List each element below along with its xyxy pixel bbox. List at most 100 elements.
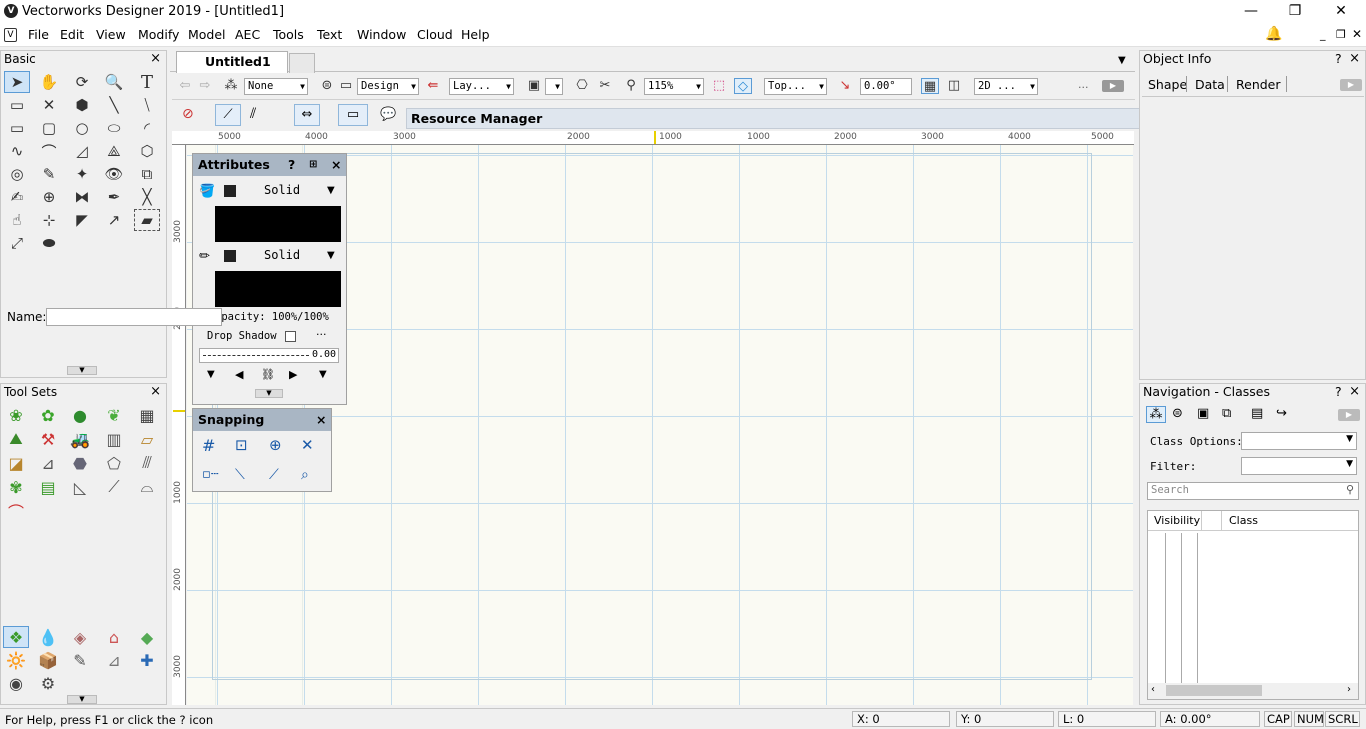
line-mode-icon[interactable]: ⟋ xyxy=(215,104,241,126)
fitting-category-icon[interactable]: ✚ xyxy=(134,649,160,671)
dims-category-icon[interactable]: ✎ xyxy=(67,649,93,671)
circle-tool-icon[interactable]: ○ xyxy=(69,117,95,139)
pen-style-dropdown-icon[interactable]: ▼ xyxy=(327,250,335,261)
search-input[interactable]: Search ⚲ xyxy=(1147,482,1359,500)
split-tool-icon[interactable]: ✒ xyxy=(101,186,127,208)
menu-cloud[interactable]: Cloud xyxy=(417,27,453,42)
fill-color-swatch[interactable] xyxy=(224,185,236,197)
attribute-mapping-tool-icon[interactable]: ✍ xyxy=(4,186,30,208)
menu-tools[interactable]: Tools xyxy=(273,27,304,42)
nav-viewports-icon[interactable]: ⧉ xyxy=(1222,406,1231,421)
standard-view-dropdown[interactable]: Top... ▼ xyxy=(764,78,827,95)
navigation-close-button[interactable]: × xyxy=(1349,384,1360,400)
align-mode-icon[interactable]: ⇔ xyxy=(294,104,320,126)
preferences-mode-icon[interactable]: 💬 xyxy=(380,107,396,122)
survey-toolset-icon[interactable]: ⚒ xyxy=(35,428,61,450)
massing-toolset-icon[interactable]: ⬠ xyxy=(101,452,127,474)
clip-cube-icon[interactable]: ⬚ xyxy=(710,78,728,94)
regular-polygon-tool-icon[interactable]: ⬡ xyxy=(134,140,160,162)
layer-type-dropdown[interactable]: Design ▼ xyxy=(357,78,419,95)
menu-help[interactable]: Help xyxy=(461,27,490,42)
navigation-overflow-icon[interactable]: ▶ xyxy=(1338,409,1360,421)
name-field[interactable] xyxy=(46,308,222,326)
menu-text[interactable]: Text xyxy=(317,27,342,42)
visibility-column-header[interactable]: Visibility xyxy=(1154,514,1200,527)
fence-toolset-icon[interactable]: ▥ xyxy=(101,428,127,450)
menu-aec[interactable]: AEC xyxy=(235,27,260,42)
landscape-toolset-icon[interactable]: ● xyxy=(67,404,93,426)
selection-tool-icon[interactable]: ➤ xyxy=(4,71,30,93)
nav-references-icon[interactable]: ↪ xyxy=(1276,406,1287,421)
menu-file[interactable]: File xyxy=(28,27,49,42)
object-info-help-button[interactable]: ? xyxy=(1335,51,1342,67)
gear-icon[interactable]: ⚙ xyxy=(35,672,61,694)
double-line-tool-icon[interactable]: ⧹ xyxy=(134,94,160,116)
snap-smart-point-icon[interactable]: ⟍ xyxy=(235,467,245,483)
curve-toolset-icon[interactable]: ⌒ xyxy=(3,500,29,522)
doc-close-button[interactable]: ✕ xyxy=(1352,27,1362,41)
fill-style-dropdown-icon[interactable]: ▼ xyxy=(327,185,335,196)
end-marker-icon[interactable]: ▶ xyxy=(289,368,297,381)
class-dropdown[interactable]: None ▼ xyxy=(244,78,308,95)
basic-palette-close-button[interactable]: × xyxy=(150,51,161,67)
tab-list-dropdown-icon[interactable]: ▼ xyxy=(1118,55,1126,66)
fill-style-label[interactable]: Solid xyxy=(264,183,300,197)
ramp-toolset-icon[interactable]: ◺ xyxy=(67,476,93,498)
menu-window[interactable]: Window xyxy=(357,27,406,42)
snap-object-icon[interactable]: ⊡ xyxy=(235,436,248,454)
tab-shape[interactable]: Shape xyxy=(1148,77,1187,92)
freehand-tool-icon[interactable]: ∿ xyxy=(4,140,30,162)
nav-sheet-layers-icon[interactable]: ▣ xyxy=(1197,406,1209,421)
scrollbar-thumb[interactable] xyxy=(1166,685,1262,696)
zoom-tool-icon[interactable]: 🔍 xyxy=(101,71,127,93)
end-marker-dropdown-icon[interactable]: ▼ xyxy=(319,369,327,380)
snap-tangent-icon[interactable]: ⌕ xyxy=(301,467,309,483)
connect-combine-tool-icon[interactable]: ⊹ xyxy=(36,209,62,231)
shapes-category-icon[interactable]: ◆ xyxy=(134,626,160,648)
snap-grid-icon[interactable]: # xyxy=(202,436,215,455)
sheet-layer-icon[interactable]: ▣ xyxy=(525,78,543,94)
basic-expand-icon[interactable]: ▼ xyxy=(67,366,97,375)
chamfer-tool-icon[interactable]: ↗ xyxy=(101,209,127,231)
visibility-tool-icon[interactable]: 👁 xyxy=(101,163,127,185)
opacity-label[interactable]: Opacity: 100%/100% xyxy=(215,311,329,323)
render-mode-dropdown[interactable]: 2D ... ▼ xyxy=(974,78,1038,95)
object-info-close-button[interactable]: × xyxy=(1349,51,1360,67)
3d-locus-tool-icon[interactable]: ⬢ xyxy=(69,94,95,116)
menu-view[interactable]: View xyxy=(96,27,126,42)
menu-modify[interactable]: Modify xyxy=(138,27,179,42)
arc-tool-icon[interactable]: ◜ xyxy=(134,117,160,139)
site-planning-toolset-icon[interactable]: ❀ xyxy=(3,404,29,426)
stair-toolset-icon[interactable]: ⫻ xyxy=(134,452,160,474)
menu-model[interactable]: Model xyxy=(188,27,226,42)
sheet-layer-dropdown[interactable]: ▼ xyxy=(545,78,563,95)
building-toolset-icon[interactable]: ▱ xyxy=(134,428,160,450)
view-bar-overflow-icon[interactable]: ▶ xyxy=(1102,80,1124,92)
minimize-button[interactable]: — xyxy=(1228,0,1274,23)
railing-toolset-icon[interactable]: ▤ xyxy=(35,476,61,498)
attributes-help-button[interactable]: ? xyxy=(288,154,295,176)
close-window-button[interactable]: ✕ xyxy=(1318,0,1364,23)
rounded-rectangle-tool-icon[interactable]: ▢ xyxy=(36,117,62,139)
snap-distance-icon[interactable]: ▫┄ xyxy=(202,467,219,482)
saved-views-icon[interactable]: ⎔ xyxy=(573,78,591,94)
link-markers-icon[interactable]: ⛓ xyxy=(261,368,275,381)
maximize-button[interactable]: ❐ xyxy=(1272,0,1318,23)
snapping-close-button[interactable]: × xyxy=(316,409,326,431)
view-bar-more-button[interactable]: ... xyxy=(1078,78,1089,91)
rotation-field[interactable]: 0.00° xyxy=(860,78,912,95)
working-plane-icon[interactable]: ◇ xyxy=(734,78,752,94)
trim-tool-icon[interactable]: ╳ xyxy=(134,186,160,208)
floor-category-icon[interactable]: ◈ xyxy=(67,626,93,648)
pen-preview[interactable] xyxy=(215,271,341,307)
rectangle-mode-icon[interactable]: ▭ xyxy=(338,104,368,126)
layer-visibility-icon[interactable]: ⇚ xyxy=(424,78,442,94)
detail-toolset-icon[interactable]: ⬣ xyxy=(67,452,93,474)
planting-toolset-icon[interactable]: ✿ xyxy=(35,404,61,426)
layer-view-icon[interactable]: ▭ xyxy=(337,78,355,94)
pen-style-label[interactable]: Solid xyxy=(264,248,300,262)
snap-smart-edge-icon[interactable]: ⟋ xyxy=(269,467,279,483)
foliage-toolset-icon[interactable]: ❦ xyxy=(101,404,127,426)
filter-dropdown[interactable]: ▼ xyxy=(1241,457,1357,475)
fill-preview[interactable] xyxy=(215,206,341,242)
